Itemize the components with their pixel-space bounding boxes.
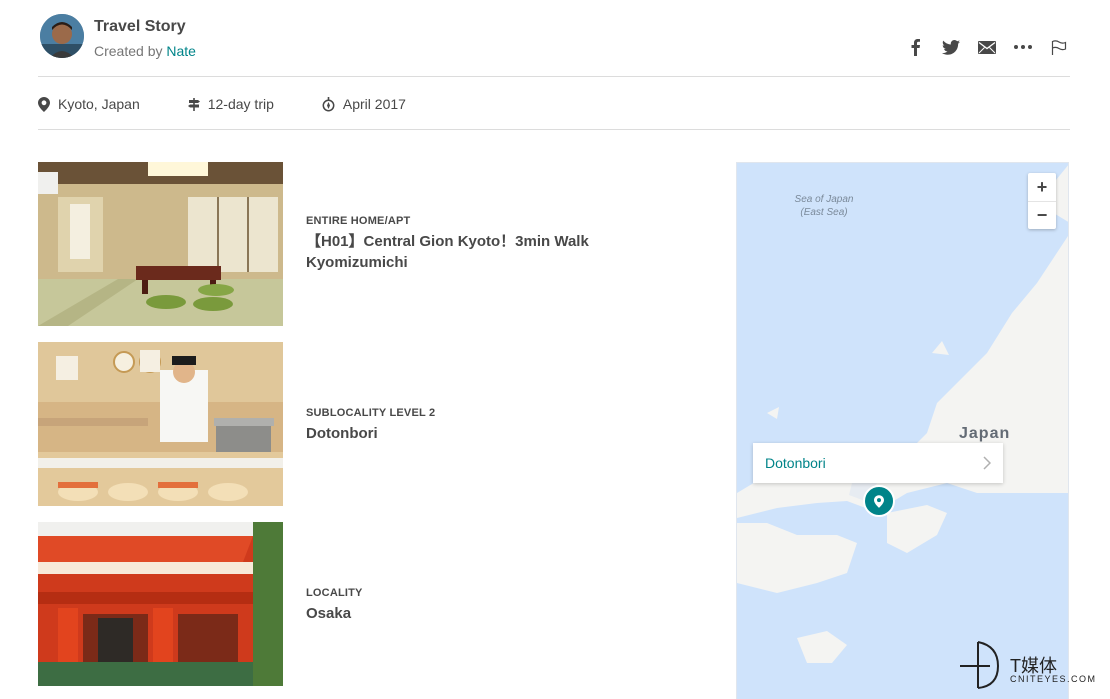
trip-meta: Kyoto, Japan 12-day trip April 2017 (38, 94, 454, 114)
twitter-icon[interactable] (940, 36, 962, 58)
listing-name[interactable]: Osaka (306, 603, 636, 624)
map-popup[interactable]: Dotonbori (753, 443, 1003, 483)
location-pin-icon (874, 494, 884, 508)
location-text: Kyoto, Japan (58, 96, 140, 112)
email-icon[interactable] (976, 36, 998, 58)
listing-category: LOCALITY (306, 587, 363, 599)
duration-text: 12-day trip (207, 96, 274, 112)
chevron-right-icon (983, 456, 991, 470)
watermark-logo-icon (960, 641, 1000, 689)
signpost-icon (187, 97, 200, 111)
meta-divider (38, 129, 1070, 130)
author-link[interactable]: Nate (166, 43, 196, 59)
meta-date: April 2017 (322, 96, 406, 112)
tatami-room-photo-icon (38, 162, 283, 326)
story-title: Travel Story (94, 18, 186, 35)
popup-label[interactable]: Dotonbori (765, 455, 826, 471)
map[interactable]: + − Sea of Japan (East Sea) Japan Dotonb… (736, 162, 1069, 699)
zoom-in-button[interactable]: + (1028, 173, 1056, 201)
avatar-portrait-icon (40, 14, 84, 58)
sushi-chef-photo-icon (38, 342, 283, 506)
sea-label-line1: Sea of Japan (794, 194, 854, 205)
compass-icon (322, 96, 335, 111)
country-label: Japan (959, 425, 1011, 442)
listing-card[interactable]: SUBLOCALITY LEVEL 2 Dotonbori (38, 342, 698, 506)
story-header: Travel Story Created by Nate (38, 14, 1070, 76)
sea-label-line2: (East Sea) (800, 207, 848, 218)
listing-card[interactable]: LOCALITY Osaka (38, 522, 698, 686)
created-by: Created by Nate (94, 43, 196, 59)
listing-photo[interactable] (38, 342, 283, 506)
watermark: T媒体 CNITEYES.COM (958, 640, 1108, 692)
listing-photo[interactable] (38, 162, 283, 326)
listing-category: SUBLOCALITY LEVEL 2 (306, 407, 436, 419)
meta-location: Kyoto, Japan (38, 96, 140, 112)
listing-photo[interactable] (38, 522, 283, 686)
location-pin-icon (38, 96, 50, 112)
shrine-gate-photo-icon (38, 522, 283, 686)
listing-card[interactable]: ENTIRE HOME/APT 【H01】Central Gion Kyoto！… (38, 162, 698, 326)
more-icon[interactable] (1012, 36, 1034, 58)
facebook-icon[interactable] (904, 36, 926, 58)
map-marker[interactable] (863, 485, 895, 517)
zoom-out-button[interactable]: − (1028, 201, 1056, 229)
sea-label: Sea of Japan (East Sea) (789, 193, 859, 219)
avatar[interactable] (40, 14, 84, 58)
listing-category: ENTIRE HOME/APT (306, 215, 411, 227)
map-land-icon (737, 165, 1068, 663)
watermark-en: CNITEYES.COM (1010, 674, 1097, 684)
share-toolbar (904, 36, 1070, 58)
listing-name[interactable]: Dotonbori (306, 423, 636, 444)
meta-duration: 12-day trip (187, 96, 274, 112)
flag-icon[interactable] (1048, 36, 1070, 58)
header-divider (38, 76, 1070, 77)
date-text: April 2017 (342, 96, 406, 112)
created-by-label: Created by (94, 43, 167, 59)
zoom-controls: + − (1028, 173, 1056, 229)
listing-name[interactable]: 【H01】Central Gion Kyoto！3min Walk Kyomiz… (306, 231, 636, 273)
